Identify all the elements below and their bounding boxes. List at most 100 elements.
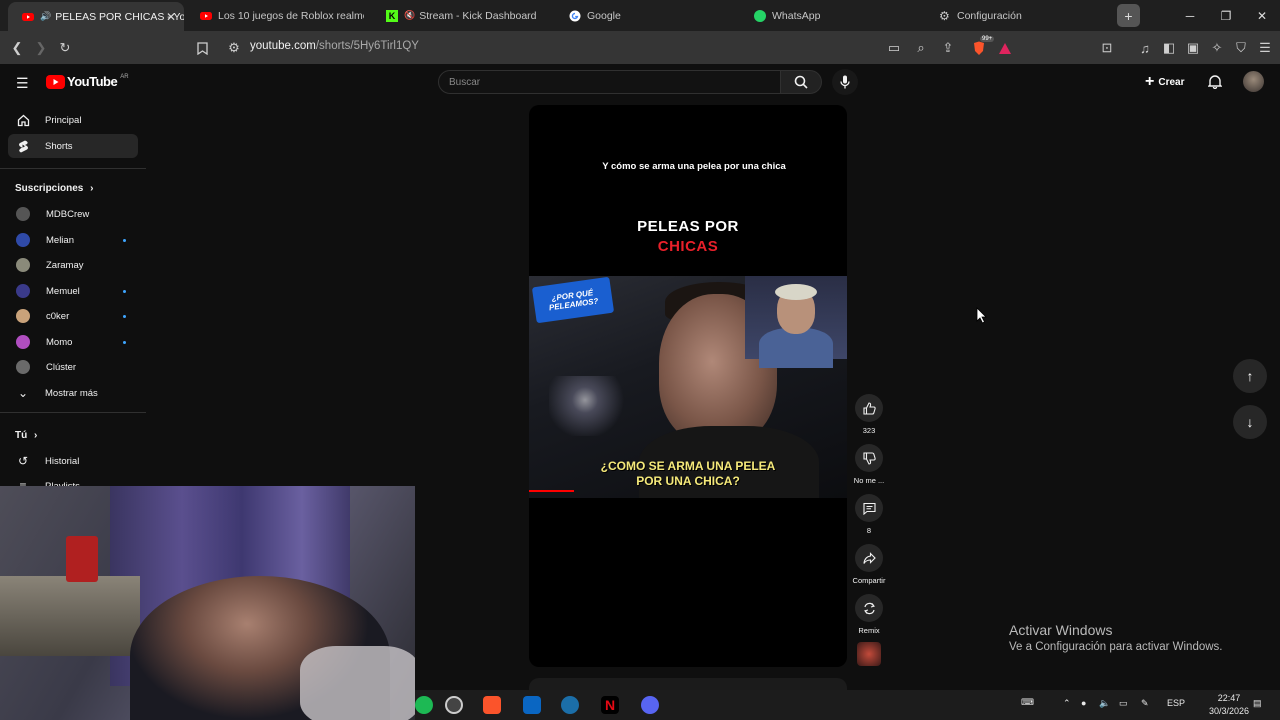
shelf — [0, 576, 140, 656]
brave-icon[interactable] — [483, 696, 501, 714]
voice-search-button[interactable] — [832, 69, 858, 95]
avatar[interactable] — [1243, 71, 1264, 92]
tab-google[interactable]: Google — [555, 0, 735, 31]
video-caption: Y cómo se arma una pelea por una chica — [602, 161, 786, 172]
menu-icon[interactable]: ☰ — [1256, 39, 1274, 57]
brave-rewards-icon[interactable] — [996, 39, 1014, 57]
media-icon[interactable]: ♫ — [1136, 39, 1154, 57]
clock[interactable]: 22:47 30/3/2026 — [1199, 692, 1259, 718]
muted-icon[interactable]: 🔇 — [404, 10, 415, 21]
mic-icon — [840, 75, 850, 89]
dislike-action[interactable]: No me ... — [854, 444, 884, 485]
tab-roblox[interactable]: Los 10 juegos de Roblox realment — [186, 0, 364, 31]
remix-action[interactable]: Remix — [855, 594, 883, 635]
tab-kick[interactable]: K 🔇 Stream - Kick Dashboard — [372, 0, 552, 31]
like-button[interactable] — [855, 394, 883, 422]
notifications-icon[interactable] — [1207, 74, 1223, 94]
steam-icon[interactable] — [561, 696, 579, 714]
sidebar-sub-zaramay[interactable]: Zaramay — [8, 253, 138, 277]
cast-icon[interactable]: ▭ — [885, 39, 903, 57]
search-button[interactable] — [781, 70, 822, 94]
forward-icon[interactable]: ❯ — [32, 39, 50, 57]
restore-icon[interactable]: ❐ — [1208, 0, 1244, 31]
minimize-icon[interactable]: ─ — [1172, 0, 1208, 31]
tab-title: Configuración — [957, 9, 1022, 22]
vpn-icon[interactable]: ⛉ — [1232, 39, 1250, 57]
sidebar-sub-c0ker[interactable]: c0ker — [8, 304, 138, 328]
subscriptions-heading[interactable]: Suscripciones › — [15, 183, 93, 194]
notifications-tray-icon[interactable]: ▤ — [1253, 698, 1262, 709]
activate-title: Activar Windows — [1009, 622, 1113, 638]
sidebar-sub-momo[interactable]: Momo — [8, 330, 138, 354]
explorer-icon[interactable] — [523, 696, 541, 714]
search-placeholder: Buscar — [449, 77, 481, 88]
wallet-icon[interactable]: ▣ — [1184, 39, 1202, 57]
reader-icon[interactable]: ⊡ — [1098, 39, 1116, 57]
channel-avatar — [16, 309, 30, 323]
close-tab-icon[interactable]: ✕ — [166, 10, 176, 24]
url-field[interactable]: youtube.com/shorts/5Hy6Tirl1QY — [250, 40, 419, 52]
sidebar-item-label: Historial — [45, 455, 80, 467]
search-icon — [794, 75, 808, 89]
tab-youtube[interactable]: 🔊 PELEAS POR CHICAS - You ✕ — [8, 2, 184, 31]
leo-ai-icon[interactable]: ✧ — [1208, 39, 1226, 57]
mic-tray-icon[interactable]: ● — [1081, 698, 1086, 708]
url-path: /shorts/5Hy6Tirl1QY — [315, 40, 419, 52]
bookmark-icon[interactable] — [193, 39, 211, 57]
keyboard-icon[interactable]: ⌨ — [1021, 697, 1034, 708]
short-video-player[interactable]: Y cómo se arma una pelea por una chica P… — [529, 105, 847, 667]
search-input[interactable]: Buscar — [438, 70, 781, 94]
network-icon[interactable]: ▭ — [1119, 698, 1128, 709]
sidebar-sub-melian[interactable]: Melian — [8, 228, 138, 252]
speaker-icon[interactable]: 🔊 — [40, 11, 51, 22]
sidebar-sub-cluster[interactable]: Clúster — [8, 355, 138, 379]
pen-icon[interactable]: ✎ — [1141, 698, 1149, 709]
tab-whatsapp[interactable]: WhatsApp — [740, 0, 920, 31]
spotify-icon[interactable] — [415, 696, 433, 714]
obs-icon[interactable] — [445, 696, 463, 714]
like-action[interactable]: 323 — [855, 394, 883, 435]
share-action[interactable]: Compartir — [853, 544, 885, 585]
back-icon[interactable]: ❮ — [8, 39, 26, 57]
tab-settings[interactable]: ⚙ Configuración — [925, 0, 1105, 31]
arrow-up-icon: ↑ — [1246, 368, 1254, 384]
dislike-button[interactable] — [855, 444, 883, 472]
next-short-button[interactable]: ↓ — [1233, 405, 1267, 439]
sound-thumbnail[interactable] — [857, 642, 881, 666]
reload-icon[interactable]: ↻ — [56, 39, 74, 57]
sidebar-toggle-icon[interactable]: ◧ — [1160, 39, 1178, 57]
comments-button[interactable] — [855, 494, 883, 522]
show-more-button[interactable]: ⌄ Mostrar más — [8, 381, 138, 405]
zoom-icon[interactable]: ⌕ — [912, 39, 930, 57]
you-heading[interactable]: Tú › — [15, 430, 37, 441]
webcam-overlay — [0, 486, 415, 720]
chevron-up-icon[interactable]: ⌃ — [1063, 698, 1071, 709]
sidebar-sub-mdbcrew[interactable]: MDBCrew — [8, 202, 138, 226]
show-badge: ¿POR QUÉ PELEAMOS? — [531, 276, 615, 324]
progress-bar[interactable] — [529, 490, 574, 492]
netflix-icon[interactable]: N — [601, 696, 619, 714]
sidebar-item-label: Momo — [46, 336, 73, 348]
sidebar-item-label: MDBCrew — [46, 208, 90, 220]
volume-icon[interactable]: 🔈 — [1099, 698, 1110, 709]
share-button[interactable] — [855, 544, 883, 572]
create-button[interactable]: + Crear — [1145, 72, 1184, 92]
share-icon — [862, 551, 876, 564]
new-tab-button[interactable]: + — [1117, 4, 1140, 27]
youtube-favicon-icon — [200, 10, 212, 22]
comments-action[interactable]: 8 — [855, 494, 883, 535]
video-title-line2: CHICAS — [657, 238, 719, 255]
discord-icon[interactable] — [641, 696, 659, 714]
sidebar-item-historial[interactable]: ↺ Historial — [8, 449, 138, 473]
language-indicator[interactable]: ESP — [1167, 698, 1185, 708]
site-info-icon[interactable]: ⚙ — [225, 39, 243, 57]
sidebar-item-shorts[interactable]: Shorts — [8, 134, 138, 158]
previous-short-button[interactable]: ↑ — [1233, 359, 1267, 393]
remix-button[interactable] — [855, 594, 883, 622]
sidebar-sub-memuel[interactable]: Memuel — [8, 279, 138, 303]
brave-shields-icon[interactable]: 99+ — [970, 36, 995, 57]
share-page-icon[interactable]: ⇪ — [939, 39, 957, 57]
close-window-icon[interactable]: ✕ — [1244, 0, 1280, 31]
sidebar-item-principal[interactable]: Principal — [8, 108, 138, 132]
sidebar-item-label: Shorts — [45, 140, 73, 152]
